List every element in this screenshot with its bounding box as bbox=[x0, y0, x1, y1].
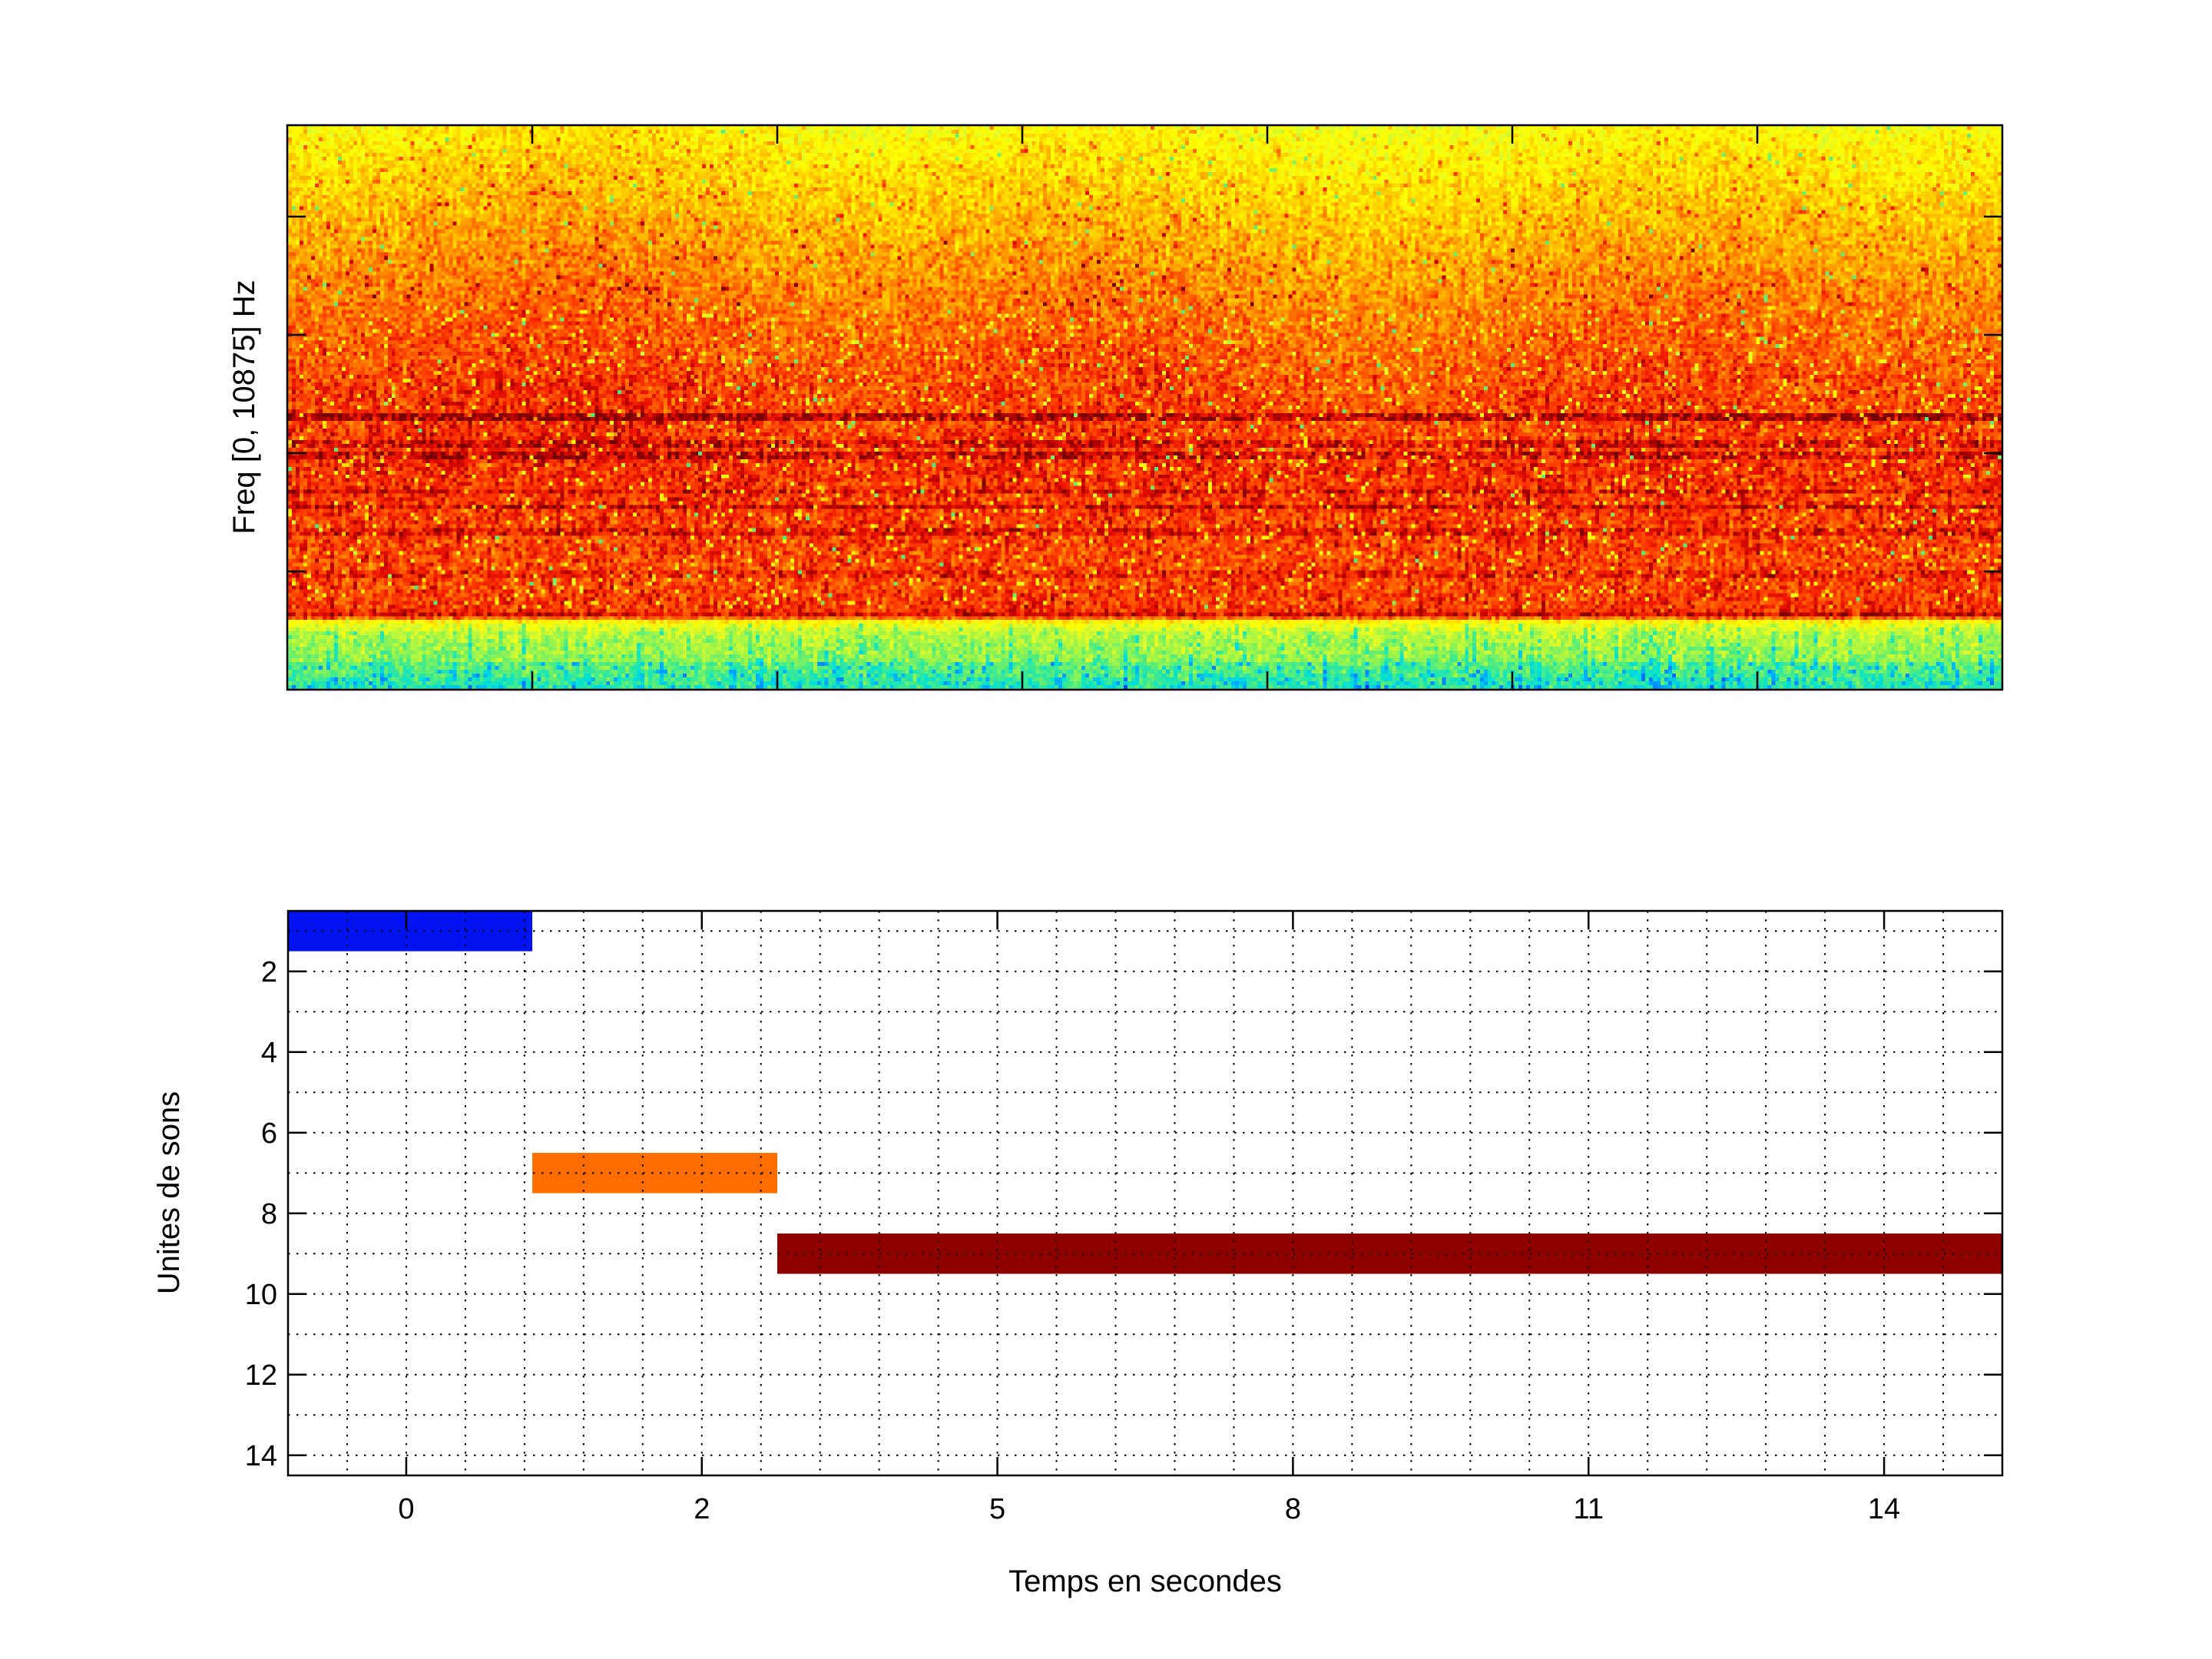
unit-7-segment bbox=[532, 1153, 777, 1194]
x-tick-label: 5 bbox=[989, 1493, 1005, 1525]
x-tick-label: 2 bbox=[694, 1493, 710, 1525]
y-tick-label: 8 bbox=[261, 1198, 277, 1230]
x-tick-label: 14 bbox=[1868, 1493, 1900, 1525]
spectrogram-axes-border bbox=[287, 125, 2002, 690]
figure-svg: 0 2 5 8 11 14 2 4 6 8 10 12 14 Freq [0, 10875] Hz Un… bbox=[0, 0, 2212, 1659]
spectrogram-ylabel: Freq [0, 10875] Hz bbox=[227, 280, 261, 534]
y-tick-label: 2 bbox=[261, 956, 277, 988]
figure-page: 0 2 5 8 11 14 2 4 6 8 10 12 14 Freq [0, 10875] Hz Un… bbox=[0, 0, 2212, 1659]
unit-1-segment bbox=[288, 911, 532, 952]
x-tick-label: 11 bbox=[1574, 1493, 1604, 1525]
x-tick-label: 8 bbox=[1285, 1493, 1301, 1525]
y-tick-label: 10 bbox=[245, 1279, 277, 1311]
y-tick-label: 4 bbox=[261, 1037, 277, 1069]
chart-dynamic-group: 0 2 5 8 11 14 2 4 6 8 10 12 14 bbox=[245, 125, 2002, 1525]
y-tick-label: 14 bbox=[245, 1440, 277, 1472]
y-tick-label: 12 bbox=[245, 1359, 277, 1392]
chart-xlabel: Temps en secondes bbox=[1008, 1565, 1282, 1598]
y-tick-label: 6 bbox=[261, 1118, 277, 1150]
chart-ylabel: Unites de sons bbox=[152, 1091, 186, 1295]
x-tick-label: 0 bbox=[398, 1493, 414, 1525]
